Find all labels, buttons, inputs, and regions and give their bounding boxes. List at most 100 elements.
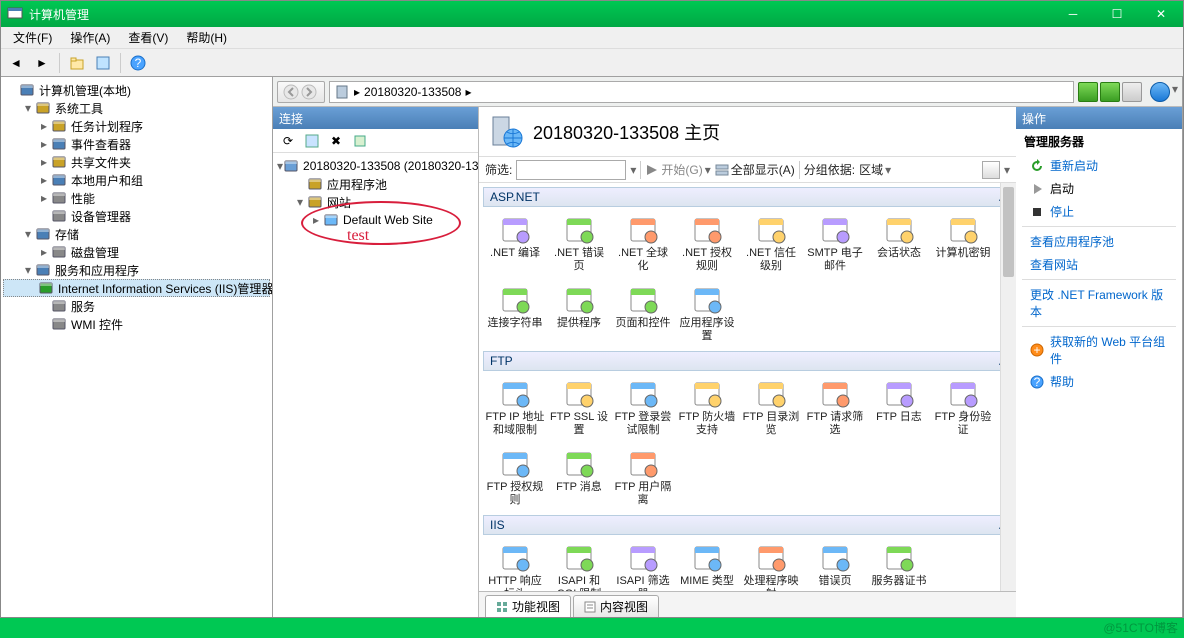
nav-tool-1[interactable] — [1078, 82, 1098, 102]
app-icon — [7, 6, 23, 22]
feature-item[interactable]: FTP 用户隔离 — [611, 443, 675, 509]
back-button[interactable]: ◄ — [5, 52, 27, 74]
action-view-sites[interactable]: 查看网站 — [1016, 253, 1182, 276]
maximize-button[interactable]: ☐ — [1095, 1, 1139, 27]
filter-go[interactable]: 开始(G) ▾ — [645, 161, 710, 178]
menu-action[interactable]: 操作(A) — [62, 27, 118, 48]
nav-tool-2[interactable] — [1100, 82, 1120, 102]
help-icon[interactable]: ? — [127, 52, 149, 74]
feature-item[interactable]: 页面和控件 — [611, 279, 675, 345]
action-get-webpi[interactable]: +获取新的 Web 平台组件 — [1016, 330, 1182, 370]
tree-item[interactable]: ▸磁盘管理 — [3, 243, 270, 261]
annotation-text: test — [347, 227, 478, 245]
feature-item[interactable]: 连接字符串 — [483, 279, 547, 345]
conn-add-icon[interactable] — [349, 130, 371, 152]
section-header[interactable]: FTP▴ — [483, 351, 1012, 371]
action-start[interactable]: 启动 — [1016, 177, 1182, 200]
action-help[interactable]: ?帮助 — [1016, 370, 1182, 393]
menu-file[interactable]: 文件(F) — [5, 27, 60, 48]
nav-help-icon[interactable] — [1150, 82, 1170, 102]
feature-item[interactable]: .NET 错误页 — [547, 209, 611, 275]
tree-item[interactable]: ▸性能 — [3, 189, 270, 207]
titlebar: 计算机管理 ─ ☐ ✕ — [1, 1, 1183, 27]
filter-showall[interactable]: 全部显示(A) — [715, 161, 795, 178]
tree-item[interactable]: ▾20180320-133508 (20180320-13 — [275, 157, 476, 175]
nav-back-fwd[interactable] — [277, 81, 325, 103]
page-title: 20180320-133508 主页 — [533, 119, 720, 145]
filter-input[interactable] — [516, 160, 626, 180]
conn-refresh-icon[interactable]: ⟳ — [277, 130, 299, 152]
feature-item[interactable]: FTP 请求筛选 — [803, 373, 867, 439]
conn-stop-icon[interactable]: ✖ — [325, 130, 347, 152]
feature-item[interactable]: .NET 全球化 — [611, 209, 675, 275]
action-stop[interactable]: 停止 — [1016, 200, 1182, 223]
tree-item[interactable]: 设备管理器 — [3, 207, 270, 225]
view-tabs: 功能视图 内容视图 — [479, 591, 1016, 617]
nav-tool-3[interactable] — [1122, 82, 1142, 102]
tab-features[interactable]: 功能视图 — [485, 595, 571, 617]
minimize-button[interactable]: ─ — [1051, 1, 1095, 27]
feature-item[interactable]: 服务器证书 — [867, 537, 931, 591]
feature-item[interactable]: .NET 信任级别 — [739, 209, 803, 275]
refresh-button[interactable] — [92, 52, 114, 74]
action-change-netfx[interactable]: 更改 .NET Framework 版本 — [1016, 283, 1182, 323]
tree-item[interactable]: ▸本地用户和组 — [3, 171, 270, 189]
filter-label: 筛选: — [485, 161, 512, 178]
feature-item[interactable]: FTP IP 地址和域限制 — [483, 373, 547, 439]
feature-item[interactable]: FTP 消息 — [547, 443, 611, 509]
feature-item[interactable]: 错误页 — [803, 537, 867, 591]
feature-item[interactable]: MIME 类型 — [675, 537, 739, 591]
close-button[interactable]: ✕ — [1139, 1, 1183, 27]
feature-item[interactable]: SMTP 电子邮件 — [803, 209, 867, 275]
tree-item[interactable]: Internet Information Services (IIS)管理器 — [3, 279, 270, 297]
menu-help[interactable]: 帮助(H) — [178, 27, 235, 48]
tree-item[interactable]: 服务 — [3, 297, 270, 315]
scrollbar[interactable] — [1000, 183, 1016, 591]
tree-item[interactable]: ▸事件查看器 — [3, 135, 270, 153]
breadcrumb[interactable]: ▸ 20180320-133508 ▸ — [329, 81, 1074, 103]
feature-area[interactable]: ASP.NET▴.NET 编译.NET 错误页.NET 全球化.NET 授权规则… — [479, 183, 1016, 591]
tree-item[interactable]: WMI 控件 — [3, 315, 270, 333]
action-restart[interactable]: 重新启动 — [1016, 154, 1182, 177]
feature-item[interactable]: FTP 身份验证 — [931, 373, 995, 439]
action-view-pools[interactable]: 查看应用程序池 — [1016, 230, 1182, 253]
feature-item[interactable]: ISAPI 和 CGI 限制 — [547, 537, 611, 591]
up-button[interactable] — [66, 52, 88, 74]
feature-item[interactable]: 会话状态 — [867, 209, 931, 275]
actions-subheader: 管理服务器 — [1016, 129, 1182, 154]
tree-item[interactable]: 计算机管理(本地) — [3, 81, 270, 99]
feature-item[interactable]: FTP 登录尝试限制 — [611, 373, 675, 439]
feature-item[interactable]: HTTP 响应标头 — [483, 537, 547, 591]
feature-item[interactable]: FTP 授权规则 — [483, 443, 547, 509]
section-header[interactable]: ASP.NET▴ — [483, 187, 1012, 207]
feature-item[interactable]: FTP 目录浏览 — [739, 373, 803, 439]
tab-content[interactable]: 内容视图 — [573, 595, 659, 617]
view-mode-button[interactable] — [982, 161, 1000, 179]
connections-tree[interactable]: ▾20180320-133508 (20180320-13应用程序池▾网站▸De… — [273, 153, 478, 617]
feature-item[interactable]: 应用程序设置 — [675, 279, 739, 345]
mmc-tree[interactable]: 计算机管理(本地)▾系统工具▸任务计划程序▸事件查看器▸共享文件夹▸本地用户和组… — [1, 77, 273, 617]
tree-item[interactable]: ▾系统工具 — [3, 99, 270, 117]
crumb-server[interactable]: 20180320-133508 — [364, 85, 461, 99]
feature-item[interactable]: ISAPI 筛选器 — [611, 537, 675, 591]
fwd-button[interactable]: ► — [31, 52, 53, 74]
window-title: 计算机管理 — [29, 6, 89, 23]
feature-item[interactable]: .NET 授权规则 — [675, 209, 739, 275]
tree-item[interactable]: ▸任务计划程序 — [3, 117, 270, 135]
section-header[interactable]: IIS▴ — [483, 515, 1012, 535]
tree-item[interactable]: ▾服务和应用程序 — [3, 261, 270, 279]
group-select[interactable]: 区域 ▾ — [859, 161, 891, 178]
feature-item[interactable]: FTP SSL 设置 — [547, 373, 611, 439]
conn-save-icon[interactable] — [301, 130, 323, 152]
feature-item[interactable]: 提供程序 — [547, 279, 611, 345]
tree-item[interactable]: ▾存储 — [3, 225, 270, 243]
feature-item[interactable]: .NET 编译 — [483, 209, 547, 275]
feature-item[interactable]: FTP 防火墙支持 — [675, 373, 739, 439]
menu-view[interactable]: 查看(V) — [120, 27, 176, 48]
feature-item[interactable]: 处理程序映射 — [739, 537, 803, 591]
tree-item[interactable]: 应用程序池 — [275, 175, 476, 193]
tree-item[interactable]: ▸共享文件夹 — [3, 153, 270, 171]
tree-item[interactable]: ▾网站 — [275, 193, 476, 211]
feature-item[interactable]: 计算机密钥 — [931, 209, 995, 275]
feature-item[interactable]: FTP 日志 — [867, 373, 931, 439]
